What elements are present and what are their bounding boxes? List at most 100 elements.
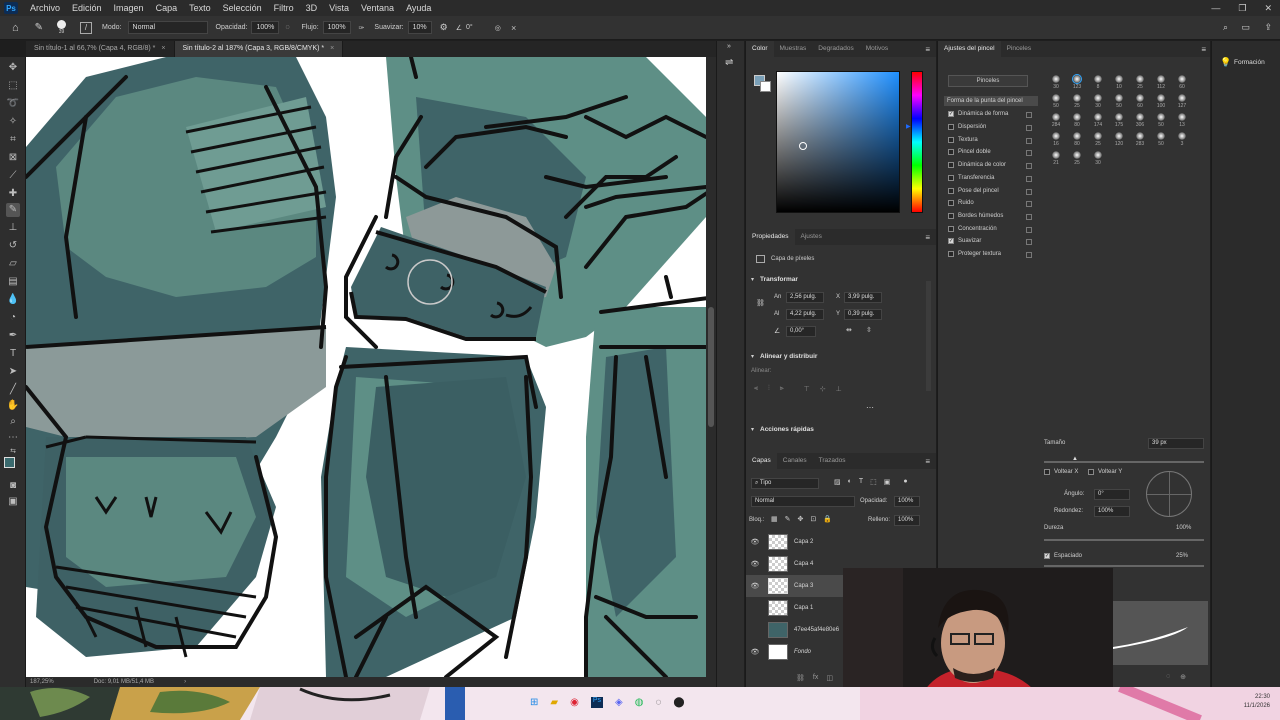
roundness-input[interactable]: 100% (1094, 506, 1130, 517)
checkbox[interactable] (948, 188, 954, 194)
layer-name[interactable]: 47ee45af4e80e6 (794, 627, 839, 633)
spacing-checkbox[interactable]: ✓ Espaciado (1044, 553, 1082, 559)
brush-option[interactable]: ✓ Suavizar (948, 238, 981, 244)
angle-value[interactable]: 0° (466, 24, 473, 31)
tab-properties[interactable]: Propiedades (746, 229, 795, 245)
tab-patterns[interactable]: Motivos (860, 41, 894, 57)
chevron-down-icon[interactable]: ▾ (751, 353, 754, 360)
lock-all-icon[interactable]: 🔒 (823, 515, 832, 523)
checkbox[interactable] (948, 175, 954, 181)
visibility-eye-icon[interactable]: 👁 (746, 582, 764, 590)
pen-tool-icon[interactable]: ✒ (6, 329, 20, 343)
checkbox[interactable]: ✓ (948, 111, 954, 117)
filter-type-icon[interactable]: T (859, 478, 863, 486)
height-input[interactable]: 4,22 pulg. (786, 309, 824, 320)
blend-mode-select[interactable]: Normal (751, 496, 855, 507)
crop-tool-icon[interactable]: ⌗ (6, 133, 20, 147)
spacing-slider[interactable] (1044, 565, 1204, 567)
menu-edicion[interactable]: Edición (66, 3, 108, 13)
brush-preset-thumb[interactable] (1178, 94, 1186, 102)
brush-preset-thumb[interactable] (1052, 75, 1060, 83)
brush-preset-thumb[interactable] (1157, 94, 1165, 102)
toggle-preview-icon[interactable]: ◌ (1166, 673, 1170, 681)
brush-preset-thumb[interactable] (1178, 132, 1186, 140)
lock-icon[interactable] (1026, 189, 1032, 195)
discord-icon[interactable]: ◈ (615, 697, 623, 708)
symmetry-icon[interactable]: ⨯ (511, 24, 517, 32)
tab-paths[interactable]: Trazados (813, 453, 852, 469)
smoothing-options-gear-icon[interactable]: ⚙ (440, 22, 448, 33)
align-top-icon[interactable]: ⊤ (804, 385, 810, 393)
flow-input[interactable]: 100% (322, 21, 351, 34)
brush-preset-picker[interactable]: 39 (57, 19, 67, 36)
document-tab[interactable]: Sin título-1 al 66,7% (Capa 4, RGB/8) * × (26, 41, 175, 57)
align-middle-icon[interactable]: ⊹ (820, 385, 826, 393)
brushes-button[interactable]: Pinceles (948, 75, 1028, 87)
filter-pixel-icon[interactable]: ▨ (834, 478, 841, 486)
panel-menu-icon[interactable]: ≡ (1201, 45, 1206, 54)
lasso-tool-icon[interactable]: ➰ (6, 97, 20, 111)
collapse-panels-icon[interactable]: » (727, 43, 731, 50)
flip-y-checkbox[interactable]: Voltear Y (1088, 469, 1122, 475)
brush-tool-icon[interactable]: ✎ (6, 203, 20, 217)
lock-icon[interactable] (1026, 138, 1032, 144)
lock-image-icon[interactable]: ✎ (785, 515, 791, 523)
tab-channels[interactable]: Canales (777, 453, 813, 469)
filter-shape-icon[interactable]: ⬚ (870, 478, 877, 486)
brush-tool-icon[interactable]: ✎ (35, 22, 43, 33)
layer-name[interactable]: Capa 4 (794, 561, 813, 567)
file-explorer-icon[interactable]: ▰ (550, 697, 558, 708)
line-tool-icon[interactable]: ╱ (6, 383, 20, 397)
brush-option[interactable]: Textura (948, 137, 978, 143)
brush-option[interactable]: ✓ Dinámica de forma (948, 111, 1008, 117)
fill-input[interactable]: 100% (894, 515, 920, 526)
brush-preset-thumb[interactable] (1052, 132, 1060, 140)
checkbox[interactable] (948, 149, 954, 155)
align-right-icon[interactable]: ⫸ (780, 385, 784, 393)
brush-option[interactable]: Pose del pincel (948, 188, 999, 194)
tab-layers[interactable]: Capas (746, 453, 777, 469)
restore-icon[interactable]: ❐ (1238, 0, 1246, 16)
search-icon[interactable]: ⌕ (1223, 22, 1228, 33)
spacing-value[interactable]: 25% (1176, 553, 1188, 559)
new-brush-icon[interactable]: ⊕ (1180, 673, 1186, 681)
share-icon[interactable]: ⇪ (1264, 22, 1272, 33)
menu-texto[interactable]: Texto (183, 3, 217, 13)
menu-ventana[interactable]: Ventana (355, 3, 400, 13)
filter-smart-icon[interactable]: ▣ (884, 478, 891, 486)
align-left-icon[interactable]: ⫷ (754, 385, 758, 393)
brush-preset-thumb[interactable] (1052, 94, 1060, 102)
y-input[interactable]: 0,39 pulg. (844, 309, 882, 320)
brush-preset-thumb[interactable] (1094, 94, 1102, 102)
smooth-input[interactable]: 10% (407, 21, 432, 34)
blur-tool-icon[interactable]: 💧 (6, 293, 20, 307)
zoom-tool-icon[interactable]: ⌕ (6, 415, 20, 429)
brush-preset-thumb[interactable] (1115, 113, 1123, 121)
artwork-canvas[interactable] (26, 57, 716, 677)
marquee-tool-icon[interactable]: ⬚ (6, 79, 20, 93)
menu-filtro[interactable]: Filtro (268, 3, 300, 13)
checkbox[interactable] (948, 137, 954, 143)
brush-preset-thumb[interactable] (1115, 75, 1123, 83)
quick-mask-icon[interactable]: ◙ (6, 479, 20, 493)
brush-preset-thumb[interactable] (1094, 75, 1102, 83)
brush-option[interactable]: Bordes húmedos (948, 213, 1003, 219)
brush-preset-grid[interactable]: 30 123 8 10 25 112 60 50 25 30 50 60 100 127 284 80 174 1… (1046, 73, 1196, 223)
brush-preset-thumb[interactable] (1052, 113, 1060, 121)
lock-icon[interactable] (1026, 239, 1032, 245)
flip-vertical-icon[interactable]: ⇳ (866, 326, 872, 334)
pressure-size-icon[interactable]: ◎ (495, 24, 501, 32)
brush-option[interactable]: Dispersión (948, 124, 986, 130)
history-panel-icon[interactable]: ⇌ (725, 57, 733, 68)
fx-icon[interactable]: fx (813, 674, 818, 682)
lock-artboard-icon[interactable]: ⊡ (810, 515, 816, 523)
history-brush-tool-icon[interactable]: ↺ (6, 239, 20, 253)
brush-option[interactable]: Concentración (948, 226, 997, 232)
chevron-down-icon[interactable]: ▾ (751, 276, 754, 283)
checkbox[interactable] (948, 251, 954, 257)
minimize-icon[interactable]: — (1211, 0, 1220, 16)
brush-option[interactable]: Proteger textura (948, 251, 1001, 257)
brush-preset-thumb[interactable] (1136, 113, 1144, 121)
airbrush-icon[interactable]: ✑ (359, 24, 365, 32)
checkbox[interactable] (948, 213, 954, 219)
